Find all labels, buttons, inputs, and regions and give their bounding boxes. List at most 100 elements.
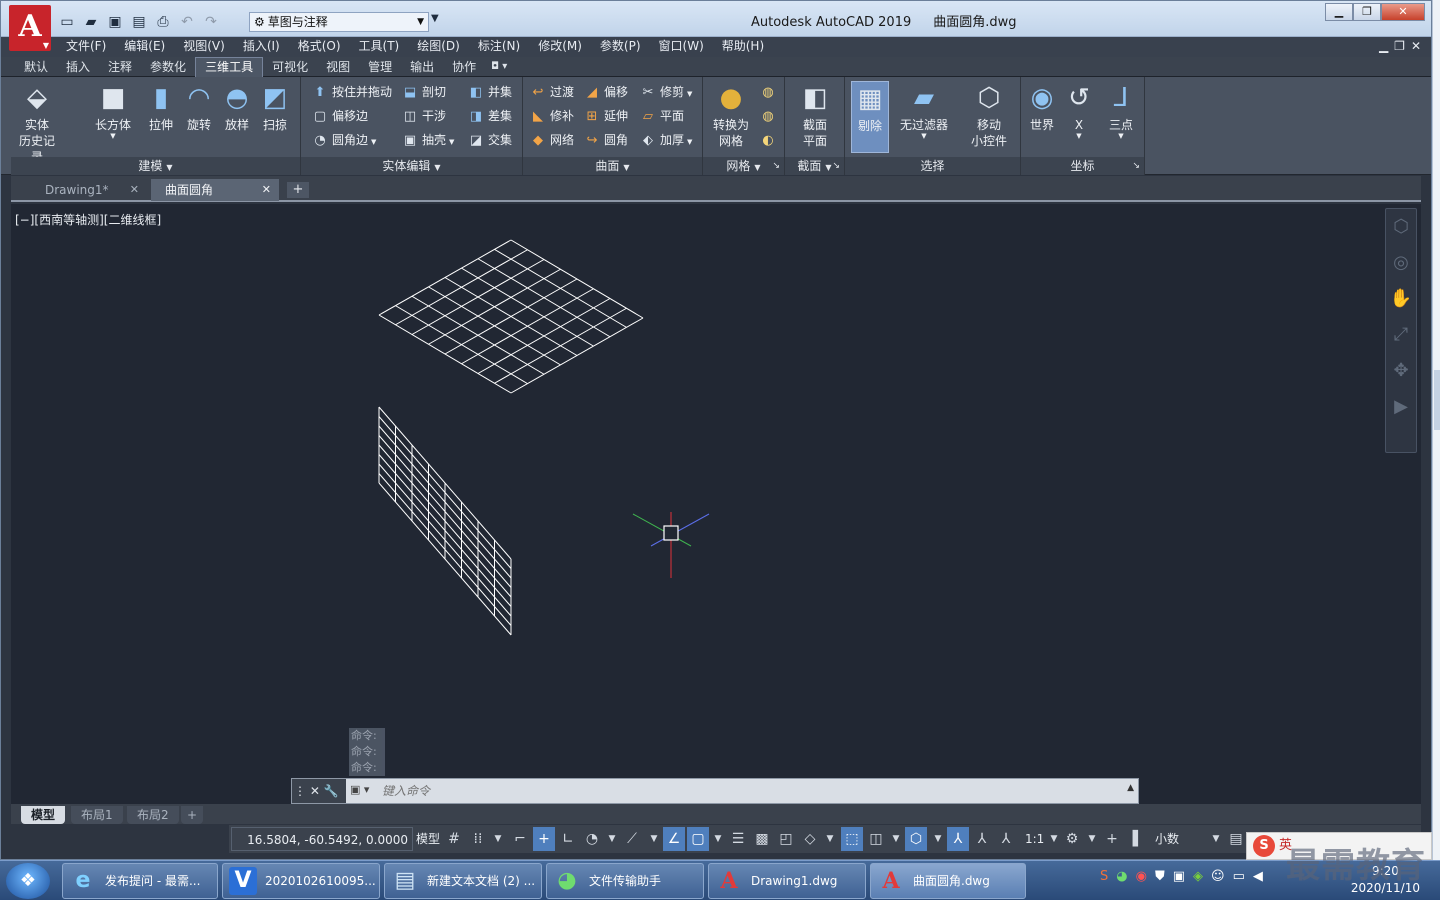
undo-icon[interactable]: ↶ <box>177 13 197 31</box>
taskbar-item-document[interactable]: V 2020102610095... <box>222 863 380 899</box>
tab-annotate[interactable]: 注释 <box>99 57 141 77</box>
tab-output[interactable]: 输出 <box>401 57 443 77</box>
chevron-down-icon[interactable]: ▼ <box>927 827 949 851</box>
interfere-button[interactable]: ◫ 干涉 <box>401 105 446 127</box>
intersect-button[interactable]: ◪ 交集 <box>467 129 512 151</box>
polar-icon[interactable]: ◔ <box>581 827 603 851</box>
tab-3d-tools[interactable]: 三维工具 <box>195 57 264 77</box>
selection-cycling-icon[interactable]: ◰ <box>775 827 797 851</box>
doc-minimize-icon[interactable]: ▁ <box>1379 37 1388 55</box>
isodraft-icon[interactable]: ⟋ <box>621 827 643 851</box>
dialog-launcher-icon[interactable]: ↘ <box>772 157 780 175</box>
units-icon[interactable]: ▌ <box>1127 827 1149 851</box>
doc-tab-drawing1[interactable]: Drawing1* ✕ <box>15 179 147 201</box>
display-tray-icon[interactable]: ▭ <box>1233 869 1245 884</box>
orbit-icon[interactable]: ✥ <box>1386 353 1416 389</box>
chevron-down-icon[interactable]: ▼ <box>1081 827 1103 851</box>
close-icon[interactable]: ✕ <box>130 179 139 201</box>
chevron-down-icon[interactable]: ▼ <box>819 827 841 851</box>
start-button[interactable]: ❖ <box>6 863 50 899</box>
steering-wheel-icon[interactable]: ◎ <box>1386 245 1416 281</box>
menu-tools[interactable]: 工具(T) <box>350 37 409 55</box>
qq-tray-icon[interactable]: ☺ <box>1211 869 1225 884</box>
chevron-down-icon[interactable]: ▼ <box>601 827 623 851</box>
close-icon[interactable]: ✕ <box>262 179 271 201</box>
print-icon[interactable]: ⎙ <box>153 13 173 31</box>
patch-button[interactable]: ◣ 修补 <box>529 105 574 127</box>
network-tray-icon[interactable]: ▣ <box>1173 869 1185 884</box>
box-button[interactable]: ■ 长方体 ▼ <box>91 81 135 140</box>
ortho-icon[interactable]: ∟ <box>557 827 579 851</box>
annotation-visibility-icon[interactable]: ⅄ <box>947 827 969 851</box>
quick-properties-icon[interactable]: ▤ <box>1225 827 1247 851</box>
panel-title-coordinates[interactable]: 坐标 ↘ <box>1021 157 1144 175</box>
taskbar-item-drawing1[interactable]: A Drawing1.dwg <box>708 863 866 899</box>
menu-insert[interactable]: 插入(I) <box>234 37 289 55</box>
auto-scale-icon[interactable]: ⅄ <box>971 827 993 851</box>
section-plane-button[interactable]: ◧ 截面 平面 <box>791 81 839 149</box>
dialog-launcher-icon[interactable]: ↘ <box>1132 157 1140 175</box>
tab-default[interactable]: 默认 <box>15 57 57 77</box>
zoom-extents-icon[interactable]: ⤢ <box>1386 317 1416 353</box>
grid-icon[interactable]: # <box>443 827 465 851</box>
menu-draw[interactable]: 绘图(D) <box>408 37 469 55</box>
chevron-down-icon[interactable]: ▼ <box>1205 827 1227 851</box>
ucs-x-button[interactable]: ↺ X ▼ <box>1061 81 1097 140</box>
gizmo-icon[interactable]: ⬡ <box>905 827 927 851</box>
snap-icon[interactable]: ⁞⁞ <box>467 827 489 851</box>
network-button[interactable]: ◆ 网络 <box>529 129 574 151</box>
mesh-tool-1-icon[interactable]: ◍ <box>759 81 780 103</box>
tab-insert[interactable]: 插入 <box>57 57 99 77</box>
nvidia-tray-icon[interactable]: ◈ <box>1193 869 1203 884</box>
chevron-up-icon[interactable]: ▲ <box>1127 783 1134 793</box>
menu-modify[interactable]: 修改(M) <box>529 37 591 55</box>
tab-parametric[interactable]: 参数化 <box>141 57 195 77</box>
desktop-scrollbar[interactable] <box>1432 0 1440 860</box>
menu-edit[interactable]: 编辑(E) <box>115 37 174 55</box>
volume-tray-icon[interactable]: ◀ <box>1253 869 1263 884</box>
no-filter-button[interactable]: ▰ 无过滤器 ▼ <box>895 81 953 140</box>
taskbar-item-surface-fillet[interactable]: A 曲面圆角.dwg <box>870 863 1026 899</box>
workspace-gear-icon[interactable]: ⚙ <box>1061 827 1083 851</box>
tab-view[interactable]: 视图 <box>317 57 359 77</box>
convert-to-mesh-button[interactable]: ● 转换为 网格 <box>707 81 755 149</box>
redo-icon[interactable]: ↷ <box>201 13 221 31</box>
lineweight-icon[interactable]: ☰ <box>727 827 749 851</box>
close-icon[interactable]: ✕ <box>310 784 320 798</box>
menu-format[interactable]: 格式(O) <box>289 37 350 55</box>
chevron-down-icon[interactable]: ▼ <box>643 827 665 851</box>
qat-customize-icon[interactable]: ▼ <box>431 13 439 24</box>
maximize-button[interactable]: ❐ <box>1353 3 1381 21</box>
command-input[interactable] <box>382 781 1082 801</box>
open-file-icon[interactable]: ▰ <box>81 13 101 31</box>
weibo-tray-icon[interactable]: ◉ <box>1136 869 1147 884</box>
layout-tab-model[interactable]: 模型 <box>21 806 66 824</box>
culling-button[interactable]: ▦ 剔除 <box>851 81 889 153</box>
workspace-select[interactable]: ⚙ 草图与注释 ▼ <box>249 12 429 32</box>
wechat-tray-icon[interactable]: ◕ <box>1116 869 1127 884</box>
shell-button[interactable]: ▣ 抽壳 ▼ <box>401 129 455 151</box>
tab-collaborate[interactable]: 协作 <box>443 57 485 77</box>
menu-view[interactable]: 视图(V) <box>174 37 234 55</box>
minimize-button[interactable]: ▁ <box>1325 3 1353 21</box>
command-line-grip[interactable]: ⋮ ✕ 🔧 <box>292 779 346 803</box>
coordinate-readout[interactable]: 16.5804, -60.5492, 0.0000 <box>231 827 413 851</box>
dynamic-input-icon[interactable]: + <box>533 827 555 851</box>
object-snap-tracking-icon[interactable]: ∠ <box>663 827 685 851</box>
units-value[interactable]: 小数 <box>1155 827 1179 851</box>
presspull-button[interactable]: ⬆ 按住并拖动 <box>311 81 392 103</box>
menu-dimension[interactable]: 标注(N) <box>469 37 529 55</box>
wrench-icon[interactable]: 🔧 <box>324 784 339 798</box>
taskbar-item-wechat[interactable]: ◕ 文件传输助手 <box>546 863 704 899</box>
panel-title-section[interactable]: 截面 ▼ ↘ <box>785 157 844 175</box>
fillet-edge-button[interactable]: ◔ 圆角边 ▼ <box>311 129 376 151</box>
chevron-down-icon[interactable]: ▼ <box>487 827 509 851</box>
move-gizmo-button[interactable]: ⬡ 移动 小控件 <box>963 81 1015 149</box>
new-tab-button[interactable]: + <box>287 182 309 198</box>
showmotion-icon[interactable]: ▶ <box>1386 389 1416 425</box>
sogou-tray-icon[interactable]: S <box>1100 869 1108 884</box>
subtract-button[interactable]: ◨ 差集 <box>467 105 512 127</box>
pan-hand-icon[interactable]: ✋ <box>1386 281 1416 317</box>
sweep-button[interactable]: ◩ 扫掠 <box>253 81 297 133</box>
doc-restore-icon[interactable]: ❐ <box>1394 37 1405 55</box>
